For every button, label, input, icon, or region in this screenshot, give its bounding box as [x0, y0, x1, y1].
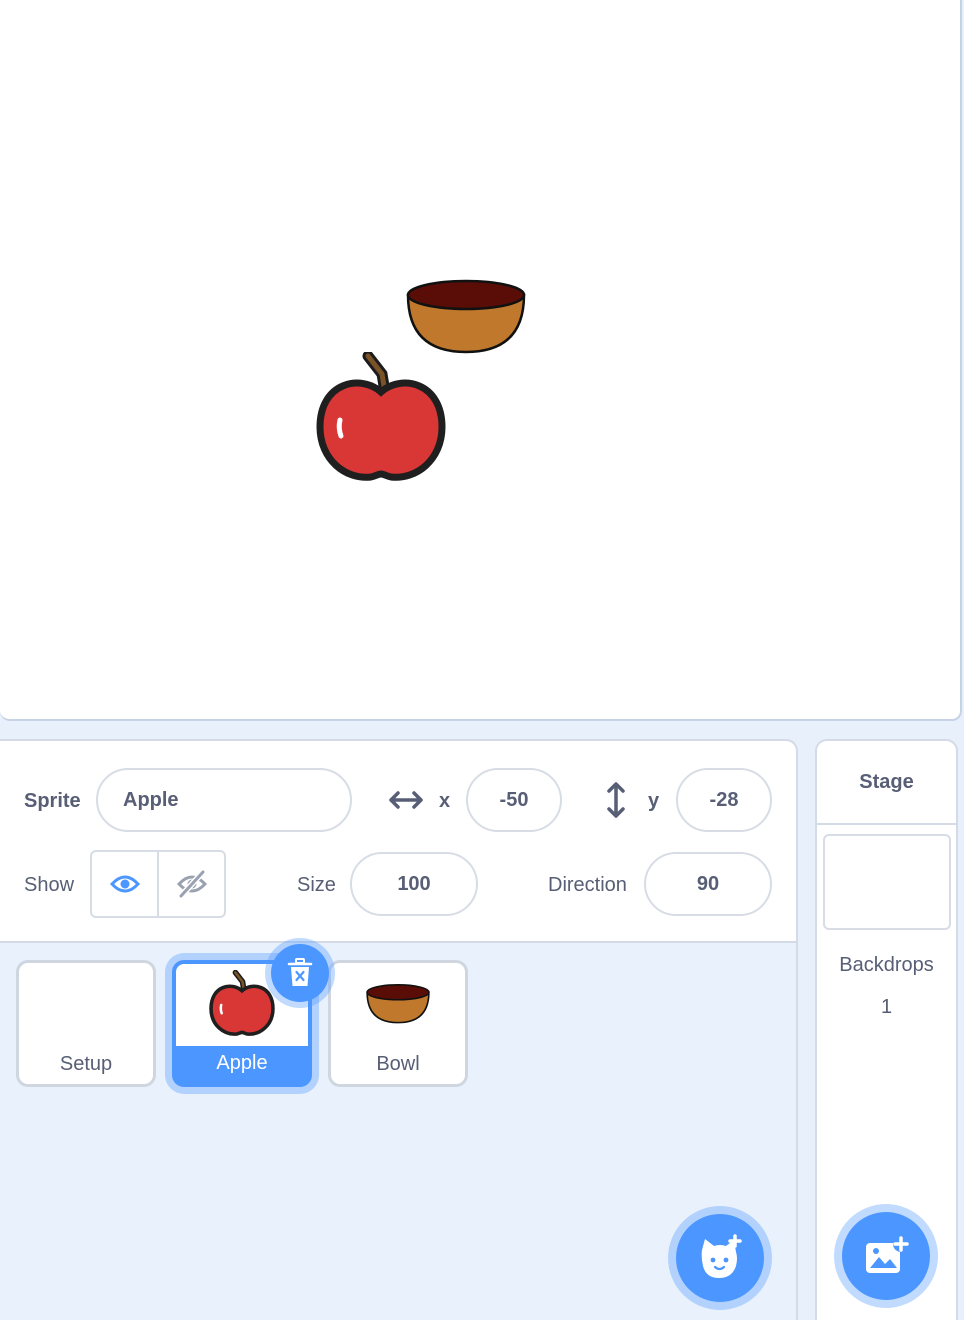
stage-title: Stage — [817, 741, 956, 825]
sprite-label: Sprite — [24, 790, 81, 812]
cat-add-icon — [701, 1234, 742, 1278]
backdrops-count: 1 — [880, 996, 893, 1018]
x-input[interactable]: -50 — [466, 768, 562, 832]
backdrops-label: Backdrops — [839, 954, 934, 976]
show-label: Show — [24, 874, 75, 896]
sprite-name-input[interactable]: Apple — [96, 768, 352, 832]
y-arrows-icon — [607, 782, 625, 818]
x-label: x — [439, 790, 451, 812]
direction-label: Direction — [548, 874, 627, 896]
choose-sprite-button[interactable] — [676, 1214, 764, 1302]
delete-sprite-button[interactable] — [271, 944, 329, 1002]
apple-sprite[interactable] — [316, 352, 446, 484]
direction-input[interactable]: 90 — [644, 852, 772, 916]
sprite-info-panel: Sprite Apple x -50 y -28 Show Size 100 D… — [0, 741, 796, 943]
sprite-tile-label: Bowl — [376, 1053, 420, 1075]
bowl-thumbnail — [366, 984, 430, 1024]
bowl-sprite[interactable] — [404, 278, 528, 356]
hide-sprite-button[interactable] — [157, 852, 224, 916]
show-toggle-group — [90, 850, 226, 918]
sprite-tile-setup[interactable]: Setup — [16, 960, 156, 1087]
trash-icon — [287, 958, 313, 986]
size-input[interactable]: 100 — [350, 852, 478, 916]
sprite-pane: Sprite Apple x -50 y -28 Show Size 100 D… — [0, 739, 798, 1320]
stage-canvas[interactable] — [0, 0, 962, 721]
y-input[interactable]: -28 — [676, 768, 772, 832]
apple-thumbnail — [209, 970, 275, 1036]
backdrop-thumbnail[interactable] — [823, 834, 951, 930]
sprite-tile-bowl[interactable]: Bowl — [328, 960, 468, 1087]
sprite-tile-label: Apple — [216, 1052, 268, 1074]
backdrop-add-icon — [866, 1236, 909, 1273]
sprite-tile-label: Setup — [59, 1053, 113, 1075]
y-label: y — [648, 790, 660, 812]
eye-slash-icon — [176, 869, 207, 899]
x-arrows-icon — [389, 791, 423, 809]
eye-icon — [109, 875, 140, 893]
size-label: Size — [297, 874, 336, 896]
show-visible-button[interactable] — [92, 852, 157, 916]
choose-backdrop-button[interactable] — [842, 1212, 930, 1300]
